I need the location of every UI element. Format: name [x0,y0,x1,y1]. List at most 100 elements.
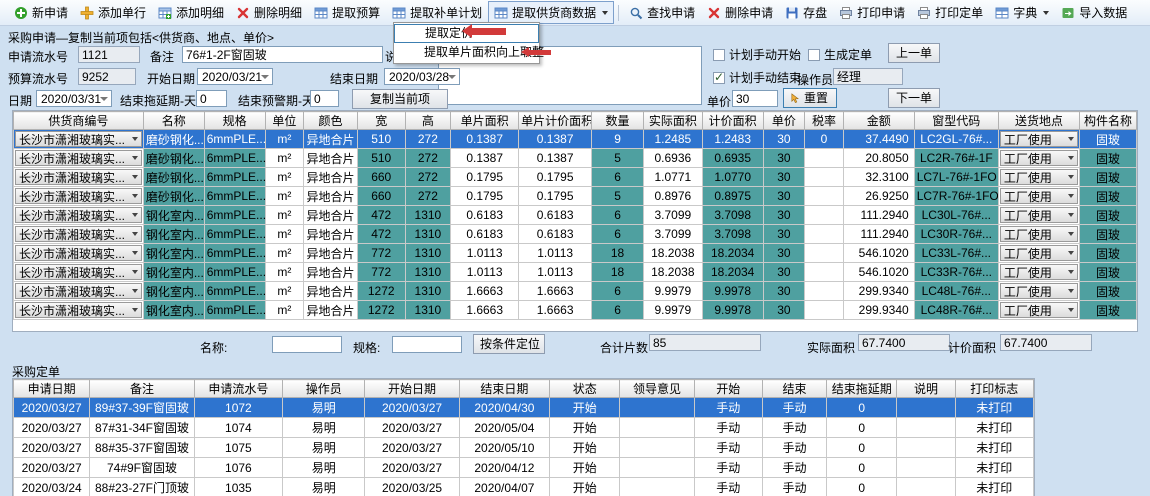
detail-row[interactable]: 长沙市潇湘玻璃实... 钢化室内... 6mmPLE... m² 异地合片 47… [14,225,1137,244]
cell-tax[interactable] [805,225,844,244]
cell-price-area[interactable]: 3.7098 [702,206,763,225]
copy-current-button[interactable]: 复制当前项 [352,89,448,109]
cell-unit[interactable]: m² [265,225,304,244]
cell-price-area[interactable]: 18.2034 [702,263,763,282]
plan-manual-end-checkbox[interactable]: 计划手动结束 [713,69,801,86]
cell-end-delay[interactable]: 0 [827,438,897,458]
col-supplier[interactable]: 供货商编号 [14,112,144,130]
delivery-combobox[interactable]: 工厂使用 [1000,188,1078,204]
new-request-button[interactable]: 新申请 [8,1,74,24]
cell-operator[interactable]: 易明 [283,478,365,496]
save-button[interactable]: 存盘 [779,1,833,24]
cell-price-area[interactable]: 9.9978 [702,282,763,301]
cell-name[interactable]: 钢化室内... [143,206,204,225]
col-status[interactable]: 状态 [550,380,620,398]
cell-component[interactable]: 固玻 [1080,130,1137,149]
plan-manual-start-checkbox[interactable]: 计划手动开始 [713,46,801,63]
cell-end-delay[interactable]: 0 [827,398,897,418]
supplier-combobox[interactable]: 长沙市潇湘玻璃实... [15,188,142,204]
reset-button[interactable]: 重置 [783,88,837,108]
cell-piece-price-area[interactable]: 0.6183 [519,206,592,225]
date-picker[interactable]: 2020/03/31 [36,90,112,107]
cell-supplier[interactable]: 长沙市潇湘玻璃实... [14,187,144,206]
col-piece-price-area[interactable]: 单片计价面积 [519,112,592,130]
cell-price-area[interactable]: 18.2034 [702,244,763,263]
cell-price-area[interactable]: 0.6935 [702,149,763,168]
cell-spec[interactable]: 6mmPLE... [204,244,265,263]
cell-qty[interactable]: 6 [592,206,644,225]
cell-window-code[interactable]: LC7R-76#-1FO [914,187,998,206]
cell-end-delay[interactable]: 0 [827,418,897,438]
cell-piece-price-area[interactable]: 1.6663 [519,301,592,320]
supplier-combobox[interactable]: 长沙市潇湘玻璃实... [15,264,142,280]
cell-amount[interactable]: 37.4490 [843,130,914,149]
cell-amount[interactable]: 26.9250 [843,187,914,206]
cell-start-date[interactable]: 2020/03/27 [365,458,459,478]
cell-tax[interactable] [805,263,844,282]
cell-unit-price[interactable]: 30 [763,149,805,168]
delivery-combobox[interactable]: 工厂使用 [1000,264,1078,280]
cell-piece-area[interactable]: 0.1795 [451,168,519,187]
cell-spec[interactable]: 6mmPLE... [204,206,265,225]
cell-operator[interactable]: 易明 [283,398,365,418]
filter-spec-input[interactable] [392,336,462,353]
cell-supplier[interactable]: 长沙市潇湘玻璃实... [14,206,144,225]
cell-note[interactable] [897,458,955,478]
delete-request-button[interactable]: 删除申请 [701,1,779,24]
cell-start[interactable]: 手动 [694,438,762,458]
search-request-button[interactable]: 查找申请 [623,1,701,24]
col-serial[interactable]: 申请流水号 [194,380,282,398]
cell-width[interactable]: 1272 [357,282,405,301]
cell-print-flag[interactable]: 未打印 [955,478,1033,496]
cell-color[interactable]: 异地合片 [304,206,358,225]
detail-row[interactable]: 长沙市潇湘玻璃实... 钢化室内... 6mmPLE... m² 异地合片 77… [14,244,1137,263]
cell-name[interactable]: 钢化室内... [143,244,204,263]
end-date-picker[interactable]: 2020/03/28 [384,68,460,85]
supplier-combobox[interactable]: 长沙市潇湘玻璃实... [15,207,142,223]
cell-amount[interactable]: 546.1020 [843,244,914,263]
col-operator[interactable]: 操作员 [283,380,365,398]
total-pieces-field[interactable]: 85 [649,334,761,351]
cell-name[interactable]: 钢化室内... [143,301,204,320]
cell-tax[interactable] [805,187,844,206]
cell-price-area[interactable]: 1.2483 [702,130,763,149]
cell-tax[interactable] [805,168,844,187]
col-apply-date[interactable]: 申请日期 [14,380,90,398]
col-height[interactable]: 高 [405,112,451,130]
col-print-flag[interactable]: 打印标志 [955,380,1033,398]
cell-qty[interactable]: 9 [592,130,644,149]
cell-end-date[interactable]: 2020/04/07 [459,478,549,496]
cell-end-date[interactable]: 2020/05/10 [459,438,549,458]
locate-by-condition-button[interactable]: 按条件定位 [473,334,545,354]
cell-height[interactable]: 272 [405,149,451,168]
cell-width[interactable]: 660 [357,187,405,206]
order-row[interactable]: 2020/03/27 87#31-34F窗固玻 1074 易明 2020/03/… [14,418,1034,438]
cell-start[interactable]: 手动 [694,398,762,418]
detail-row[interactable]: 长沙市潇湘玻璃实... 钢化室内... 6mmPLE... m² 异地合片 12… [14,282,1137,301]
supplier-combobox[interactable]: 长沙市潇湘玻璃实... [15,150,142,166]
detail-row[interactable]: 长沙市潇湘玻璃实... 钢化室内... 6mmPLE... m² 异地合片 77… [14,263,1137,282]
cell-unit[interactable]: m² [265,206,304,225]
cell-print-flag[interactable]: 未打印 [955,458,1033,478]
cell-note[interactable] [897,478,955,496]
delivery-combobox[interactable]: 工厂使用 [1000,207,1078,223]
operator-field[interactable]: 经理 [833,68,903,85]
cell-spec[interactable]: 6mmPLE... [204,301,265,320]
cell-start-date[interactable]: 2020/03/25 [365,478,459,496]
cell-leader-opinion[interactable] [620,478,694,496]
order-row[interactable]: 2020/03/24 88#23-27F门顶玻 1035 易明 2020/03/… [14,478,1034,496]
cell-component[interactable]: 固玻 [1080,282,1137,301]
cell-piece-area[interactable]: 0.1387 [451,149,519,168]
cell-supplier[interactable]: 长沙市潇湘玻璃实... [14,149,144,168]
cell-supplier[interactable]: 长沙市潇湘玻璃实... [14,225,144,244]
cell-apply-date[interactable]: 2020/03/27 [14,438,90,458]
cell-window-code[interactable]: LC48R-76#... [914,301,998,320]
cell-apply-date[interactable]: 2020/03/24 [14,478,90,496]
delivery-combobox[interactable]: 工厂使用 [1000,245,1078,261]
cell-qty[interactable]: 6 [592,282,644,301]
cell-actual-area[interactable]: 0.8976 [643,187,702,206]
cell-window-code[interactable]: LC7L-76#-1FO [914,168,998,187]
cell-price-area[interactable]: 0.8975 [702,187,763,206]
previous-order-button[interactable]: 上一单 [888,43,940,63]
cell-unit[interactable]: m² [265,130,304,149]
